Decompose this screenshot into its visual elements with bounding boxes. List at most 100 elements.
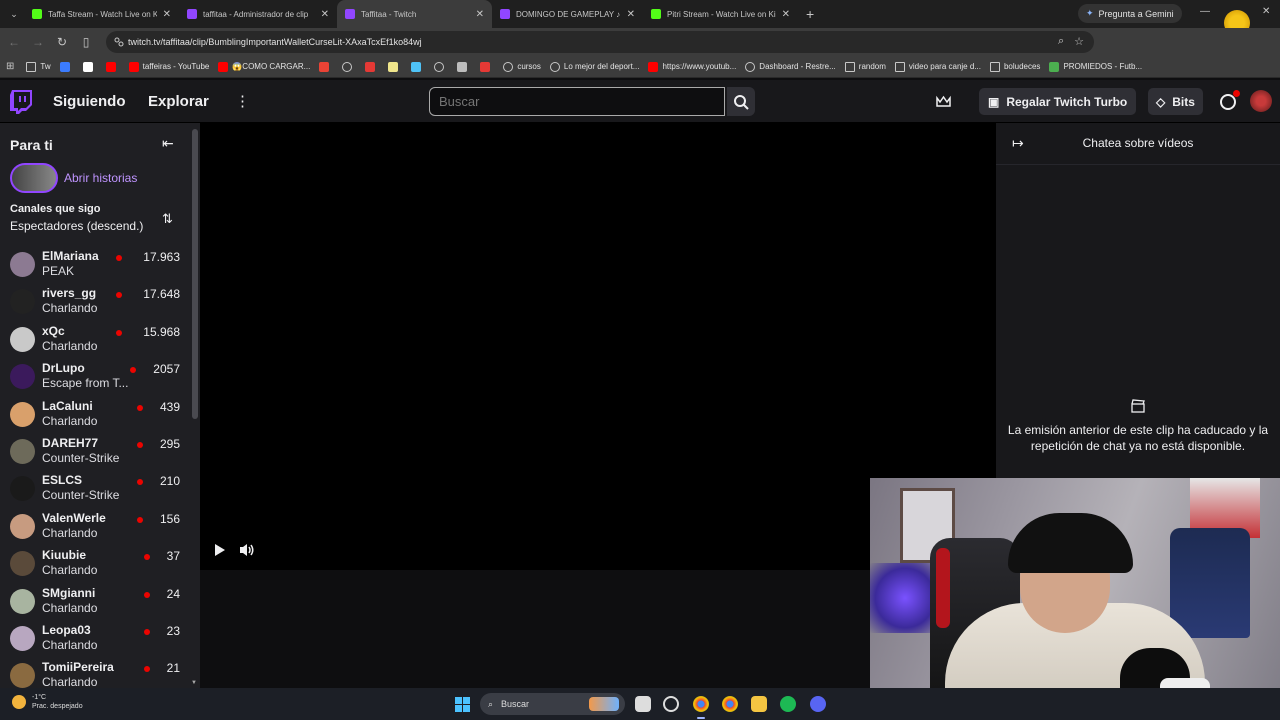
sidebar-channel-smgianni[interactable]: SMgianni Charlando 24 [0,584,192,621]
spotify-icon[interactable] [780,696,796,712]
bookmark-item[interactable]: Lo mejor del deport... [549,61,639,72]
bookmark-label: cursos [517,62,541,71]
globe-icon [434,61,445,72]
sidebar-title: Para ti [10,137,53,153]
sort-icon[interactable]: ⇅ [162,211,173,227]
scroll-down-icon[interactable]: ▼ [191,680,197,686]
close-window-icon[interactable]: ✕ [1262,6,1270,17]
tab-title: taffitaa - Administrador de clip [203,9,309,19]
discord-icon[interactable] [810,696,826,712]
gemini-button[interactable]: ✦ Pregunta a Gemini [1078,4,1182,23]
channel-name: Kiuubie [42,548,86,563]
channel-avatar [10,326,35,352]
sidebar-channel-drlupo[interactable]: DrLupo Escape from T... 2057 [0,359,192,396]
browser-tab[interactable]: Taffitaa - Twitch ✕ [337,0,492,28]
chrome-profile-icon[interactable] [722,696,738,712]
bookmark-item[interactable]: 😱COMO CARGAR... [218,61,310,72]
browser-tab[interactable]: Pitri Stream - Watch Live on Ki ✕ [643,0,798,28]
tab-search-icon[interactable]: ⌄ [4,4,24,24]
taskbar-search[interactable]: ⌕ Buscar [480,693,625,715]
sidebar-channel-kiuubie[interactable]: Kiuubie Charlando 37 [0,546,192,583]
sidebar-channel-leopa03[interactable]: Leopa03 Charlando 23 [0,621,192,658]
sidebar-channel-lacaluni[interactable]: LaCaluni Charlando 439 [0,397,192,434]
bookmark-item[interactable]: random [844,61,886,72]
bookmark-item[interactable] [411,61,425,72]
app-icon [457,61,468,72]
sidebar-channel-rivers-gg[interactable]: rivers_gg Charlando 17.648 [0,284,192,321]
search-button[interactable] [727,87,755,116]
file-explorer-icon[interactable] [751,696,767,712]
bookmark-item[interactable]: boludeces [989,61,1040,72]
sidebar-channel-tomiipereira[interactable]: TomiiPereira Charlando 21 [0,658,192,688]
channel-avatar [10,289,35,315]
bookmark-item[interactable] [388,61,402,72]
browser-tab[interactable]: Taffa Stream - Watch Live on Ki ✕ [24,0,179,28]
reload-icon[interactable]: ↻ [52,35,72,49]
tiktok-icon [82,61,93,72]
back-icon[interactable]: ← [4,35,24,49]
twitch-logo-icon[interactable] [10,90,32,114]
apps-grid-icon[interactable]: ⊞ [6,61,14,72]
bookmark-item[interactable]: video para canje d... [894,61,981,72]
bookmark-item[interactable] [457,61,471,72]
nav-browse-link[interactable]: Explorar [148,93,209,110]
more-menu-icon[interactable]: ⋮ [235,92,250,110]
bookmark-item[interactable] [365,61,379,72]
sidebar-channel-dareh77[interactable]: DAREH77 Counter-Strike 295 [0,434,192,471]
browser-tab[interactable]: DOMINGO DE GAMEPLAY ♪ ✕ [492,0,643,28]
sidebar-channel-elmariana[interactable]: ElMariana PEAK 17.963 [0,247,192,284]
channel-name: LaCaluni [42,398,93,413]
bookmark-item[interactable] [480,61,494,72]
new-tab-button[interactable]: + [806,6,814,22]
prime-crown-icon[interactable] [936,95,951,108]
sidebar-scrollbar[interactable] [192,129,198,419]
bookmark-item[interactable] [82,61,97,72]
close-tab-icon[interactable]: ✕ [163,9,171,20]
sidebar-channel-xqc[interactable]: xQc Charlando 15.968 [0,322,192,359]
channel-avatar [10,476,35,502]
bookmark-item[interactable]: Tw [26,61,51,72]
bookmark-item[interactable]: https://www.youtub... [648,61,736,72]
weather-widget[interactable]: -1°C Prac. despejado [12,693,83,711]
sidebar-channel-valenwerle[interactable]: ValenWerle Charlando 156 [0,509,192,546]
nav-following-link[interactable]: Siguiendo [53,93,126,110]
sort-order-label: Espectadores (descend.) [10,219,144,233]
search-input[interactable] [429,87,725,116]
bookmark-item[interactable]: Dashboard - Restre... [745,61,836,72]
bits-button[interactable]: ◇ Bits [1148,88,1203,115]
xbox-icon[interactable] [663,696,679,712]
channel-category: Charlando [42,563,98,578]
side-panel-icon[interactable]: ▯ [76,35,96,49]
forward-icon[interactable]: → [28,35,48,49]
address-bar[interactable]: twitch.tv/taffitaa/clip/BumblingImportan… [106,31,1094,53]
bookmark-item[interactable]: taffeiras - YouTube [128,61,209,72]
followed-channels-heading: Canales que sigo [10,203,101,215]
bookmark-item[interactable] [319,61,333,72]
windows-start-icon[interactable] [455,697,470,712]
user-avatar[interactable] [1250,90,1272,112]
close-tab-icon[interactable]: ✕ [782,9,790,20]
bookmark-item[interactable]: PROMIEDOS - Futb... [1049,61,1142,72]
site-info-icon[interactable] [114,37,124,47]
bookmark-item[interactable] [105,61,120,72]
bookmark-item[interactable] [59,61,74,72]
collapse-sidebar-icon[interactable]: ⇤ [162,135,174,152]
bookmark-item[interactable] [434,61,448,72]
task-view-icon[interactable] [635,696,651,712]
close-tab-icon[interactable]: ✕ [476,9,484,20]
close-tab-icon[interactable]: ✕ [627,9,635,20]
volume-icon[interactable] [239,543,255,557]
bookmark-star-icon[interactable]: ☆ [1074,35,1084,48]
close-tab-icon[interactable]: ✕ [321,9,329,20]
gift-turbo-button[interactable]: ▣ Regalar Twitch Turbo [979,88,1137,115]
open-stories-button[interactable]: Abrir historias [10,163,137,193]
bookmark-item[interactable] [342,61,356,72]
play-icon[interactable] [214,543,226,557]
sidebar-channel-eslcs[interactable]: ESLCS Counter-Strike 210 [0,471,192,508]
twitch-top-nav: Siguiendo Explorar ⋮ ▣ Regalar Twitch Tu… [0,80,1280,123]
bookmark-item[interactable]: cursos [503,61,541,72]
browser-tab[interactable]: taffitaa - Administrador de clip ✕ [179,0,337,28]
chrome-icon[interactable] [693,696,709,712]
zoom-icon[interactable]: ⌕ [1058,35,1064,48]
minimize-icon[interactable]: — [1200,6,1210,17]
